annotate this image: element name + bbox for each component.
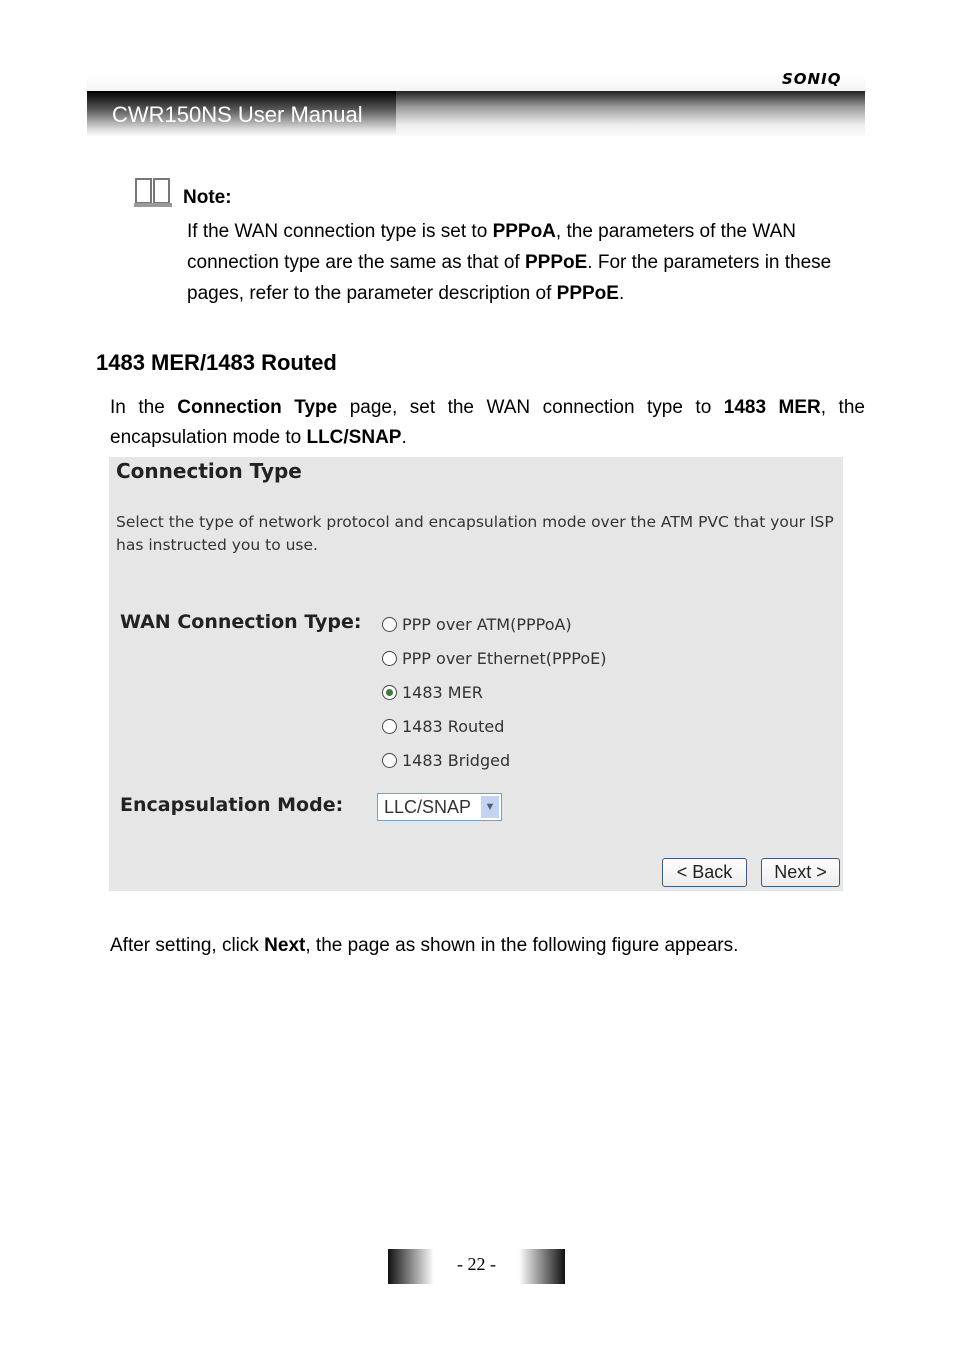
back-button[interactable]: < Back bbox=[662, 858, 747, 887]
text-run: If the WAN connection type is set to bbox=[187, 221, 493, 242]
radio-button[interactable] bbox=[382, 753, 397, 768]
footer-gradient-left bbox=[388, 1249, 434, 1284]
manual-page: SONIQ CWR150NS User Manual Note: If the … bbox=[0, 0, 954, 1350]
radio-button[interactable] bbox=[382, 651, 397, 666]
text-run: In the bbox=[110, 397, 178, 418]
wan-type-option[interactable]: PPP over Ethernet(PPPoE) bbox=[382, 649, 606, 668]
after-paragraph: After setting, click Next, the page as s… bbox=[110, 930, 738, 961]
bold-term: 1483 MER bbox=[723, 397, 821, 418]
text-run: , the page as shown in the following fig… bbox=[305, 935, 739, 956]
select-value: LLC/SNAP bbox=[384, 797, 472, 817]
screenshot-description: Select the type of network protocol and … bbox=[116, 513, 834, 554]
encapsulation-mode-label: Encapsulation Mode: bbox=[120, 794, 344, 816]
chevron-down-icon[interactable]: ▼ bbox=[481, 796, 499, 818]
radio-button[interactable] bbox=[382, 685, 397, 700]
text-run: . bbox=[401, 427, 407, 448]
intro-paragraph: In the Connection Type page, set the WAN… bbox=[110, 393, 865, 453]
option-label: PPP over Ethernet(PPPoE) bbox=[402, 649, 607, 668]
radio-button[interactable] bbox=[382, 617, 397, 632]
header-bar bbox=[396, 91, 865, 136]
book-icon bbox=[133, 176, 173, 213]
bold-term: PPPoA bbox=[492, 221, 556, 242]
encapsulation-mode-select[interactable]: LLC/SNAP ▼ bbox=[377, 793, 502, 821]
option-label: PPP over ATM(PPPoA) bbox=[402, 615, 572, 634]
manual-title: CWR150NS User Manual bbox=[112, 102, 363, 127]
bold-term: Next bbox=[264, 935, 306, 956]
screenshot-title: Connection Type bbox=[116, 459, 302, 483]
text-run: After setting, click bbox=[110, 935, 265, 956]
note-text: If the WAN connection type is set to PPP… bbox=[187, 216, 867, 309]
bold-term: LLC/SNAP bbox=[306, 427, 402, 448]
wan-type-option[interactable]: 1483 Bridged bbox=[382, 751, 510, 770]
text-run: . bbox=[618, 283, 625, 304]
bold-term: PPPoE bbox=[524, 252, 588, 273]
bold-term: Connection Type bbox=[177, 397, 338, 418]
radio-button[interactable] bbox=[382, 719, 397, 734]
wan-type-option[interactable]: PPP over ATM(PPPoA) bbox=[382, 615, 572, 634]
option-label: 1483 MER bbox=[402, 683, 483, 702]
next-button[interactable]: Next > bbox=[761, 858, 840, 887]
note-label: Note: bbox=[183, 187, 232, 208]
wan-connection-type-label: WAN Connection Type: bbox=[120, 611, 362, 633]
connection-type-screenshot: Connection Type Select the type of netwo… bbox=[109, 457, 843, 891]
text-run: page, set the WAN connection type to bbox=[337, 397, 724, 418]
bold-term: PPPoE bbox=[556, 283, 619, 304]
brand-logo: SONIQ bbox=[782, 70, 842, 88]
footer-gradient-right bbox=[519, 1249, 565, 1284]
header-band bbox=[87, 74, 865, 91]
section-title: 1483 MER/1483 Routed bbox=[96, 350, 337, 375]
wan-type-option[interactable]: 1483 Routed bbox=[382, 717, 504, 736]
page-number: - 22 - bbox=[457, 1254, 496, 1274]
wan-type-option[interactable]: 1483 MER bbox=[382, 683, 483, 702]
option-label: 1483 Routed bbox=[402, 717, 505, 736]
option-label: 1483 Bridged bbox=[402, 751, 511, 770]
